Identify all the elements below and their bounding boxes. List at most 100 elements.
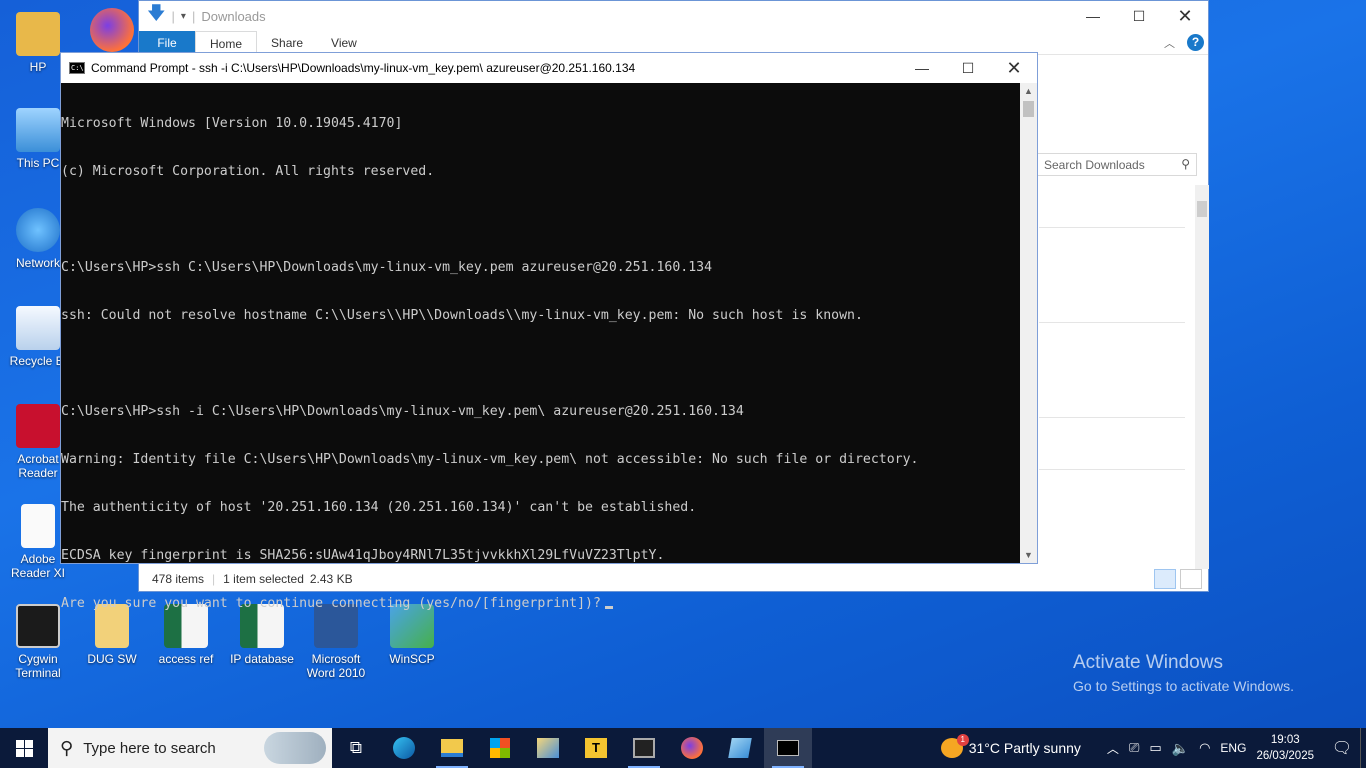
command-prompt-icon [777,740,799,756]
scrollbar-thumb[interactable] [1023,101,1034,117]
file-list-divider [1039,227,1185,228]
weather-widget[interactable]: 1 31°C Partly sunny [940,734,1081,758]
meet-now-icon[interactable]: ⎚ [1129,740,1139,756]
task-view-icon: ⧉ [349,738,363,757]
maximize-button[interactable]: ☐ [1116,1,1162,31]
show-hidden-icons-icon[interactable]: ︿ [1107,740,1119,757]
console-prompt-line[interactable]: Are you sure you want to continue connec… [61,596,1021,612]
wifi-icon[interactable]: ◠ [1199,740,1210,756]
explorer-title: Downloads [201,8,266,24]
show-desktop-button[interactable] [1360,728,1366,768]
folder-icon [441,739,463,757]
cmd-minimize-button[interactable]: — [899,53,945,83]
document-icon [21,504,55,548]
search-placeholder: Search Downloads [1044,158,1145,172]
start-button[interactable] [0,728,48,768]
clock-time: 19:03 [1270,734,1300,746]
firefox-icon [681,737,703,759]
firefox-icon[interactable] [90,8,134,52]
task-view-button[interactable]: ⧉ [332,728,380,768]
cmd-maximize-button[interactable]: ☐ [945,53,991,83]
clock-date: 26/03/2025 [1256,750,1314,762]
search-icon: ⚲ [1181,157,1190,171]
scroll-up-icon[interactable]: ▲ [1020,83,1037,99]
store-icon [490,738,510,758]
taskbar-store[interactable] [476,728,524,768]
console-line: The authenticity of host '20.251.160.134… [61,500,697,515]
details-view-icon[interactable] [1154,569,1176,589]
search-input[interactable]: Search Downloads ⚲ [1035,153,1197,176]
console-prompt-text: Are you sure you want to continue connec… [61,596,601,611]
console-line: C:\Users\HP>ssh C:\Users\HP\Downloads\my… [61,260,713,275]
taskbar-cygwin[interactable] [620,728,668,768]
desktop-icon-label: access ref [158,652,214,666]
cmd-close-button[interactable]: ✕ [991,53,1037,83]
cmd-titlebar[interactable]: C:\ Command Prompt - ssh -i C:\Users\HP\… [61,53,1037,83]
tab-home[interactable]: Home [195,30,258,55]
explorer-titlebar[interactable]: 🡇 | ▾ | Downloads — ☐ ✕ [139,1,1208,31]
user-folder-icon [16,12,60,56]
network-tool-icon [537,738,559,758]
acrobat-icon [16,404,60,448]
taskbar-t-app[interactable]: T [572,728,620,768]
command-prompt-icon: C:\ [69,62,85,74]
recycle-bin-icon [16,306,60,350]
command-prompt-window[interactable]: C:\ Command Prompt - ssh -i C:\Users\HP\… [60,52,1038,611]
weather-badge: 1 [956,734,969,746]
taskbar-edge[interactable] [380,728,428,768]
watermark-subtitle: Go to Settings to activate Windows. [1073,678,1294,694]
tab-file[interactable]: File [139,30,195,55]
taskbar-firefox[interactable] [668,728,716,768]
language-indicator[interactable]: ENG [1220,741,1246,755]
taskbar-network-tool[interactable] [524,728,572,768]
collapse-ribbon-icon[interactable]: ︿ [1164,35,1175,51]
clock[interactable]: 19:03 26/03/2025 [1256,732,1314,764]
quick-access-separator: | [191,8,196,24]
taskbar: ⚲ Type here to search ⧉ T 1 31°C Partly … [0,728,1366,768]
scroll-down-icon[interactable]: ▼ [1020,547,1037,563]
taskbar-search-placeholder: Type here to search [83,739,216,757]
tab-view[interactable]: View [317,31,371,55]
computer-icon [16,108,60,152]
search-icon: ⚲ [60,737,74,758]
notifications-icon[interactable]: 🗨 [1324,738,1360,758]
system-tray: 1 31°C Partly sunny ︿ ⎚ ▭ 🔈 ◠ ENG 19:03 … [940,728,1366,768]
explorer-scrollbar[interactable] [1195,185,1209,569]
search-highlight-icon [264,732,326,764]
windows-logo-icon [15,739,33,757]
help-icon[interactable]: ? [1187,34,1204,51]
taskbar-file-explorer[interactable] [428,728,476,768]
close-button[interactable]: ✕ [1162,1,1208,31]
weather-text: 31°C Partly sunny [968,740,1081,756]
taskbar-notes[interactable] [716,728,764,768]
tab-share[interactable]: Share [257,31,317,55]
console-line: Warning: Identity file C:\Users\HP\Downl… [61,452,919,467]
battery-icon[interactable]: ▭ [1149,740,1161,756]
cmd-scrollbar[interactable]: ▲ ▼ [1020,83,1037,563]
taskbar-search-input[interactable]: ⚲ Type here to search [48,728,332,768]
console-line: (c) Microsoft Corporation. All rights re… [61,164,435,179]
taskbar-command-prompt[interactable] [764,728,812,768]
large-icons-view-icon[interactable] [1180,569,1202,589]
minimize-button[interactable]: — [1070,1,1116,31]
scrollbar-thumb[interactable] [1197,201,1207,217]
desktop-icon-label: Microsoft Word 2010 [306,652,366,680]
download-icon[interactable]: 🡇 [147,1,166,31]
notepad-icon [728,738,752,758]
terminal-icon [16,604,60,648]
file-list-divider [1039,469,1185,470]
console-output[interactable]: Microsoft Windows [Version 10.0.19045.41… [61,83,1021,611]
edge-icon [393,737,415,759]
console-line: Microsoft Windows [Version 10.0.19045.41… [61,116,403,131]
quick-access-separator: | [171,8,175,24]
customize-qat-icon[interactable]: ▾ [181,11,186,22]
console-line: C:\Users\HP>ssh -i C:\Users\HP\Downloads… [61,404,744,419]
desktop-icon-label: Cygwin Terminal [15,652,61,680]
watermark-title: Activate Windows [1073,652,1223,673]
terminal-icon [633,738,655,758]
volume-icon[interactable]: 🔈 [1172,740,1189,757]
console-line: ssh: Could not resolve hostname C:\\User… [61,308,863,323]
weather-sun-icon: 1 [940,734,969,758]
